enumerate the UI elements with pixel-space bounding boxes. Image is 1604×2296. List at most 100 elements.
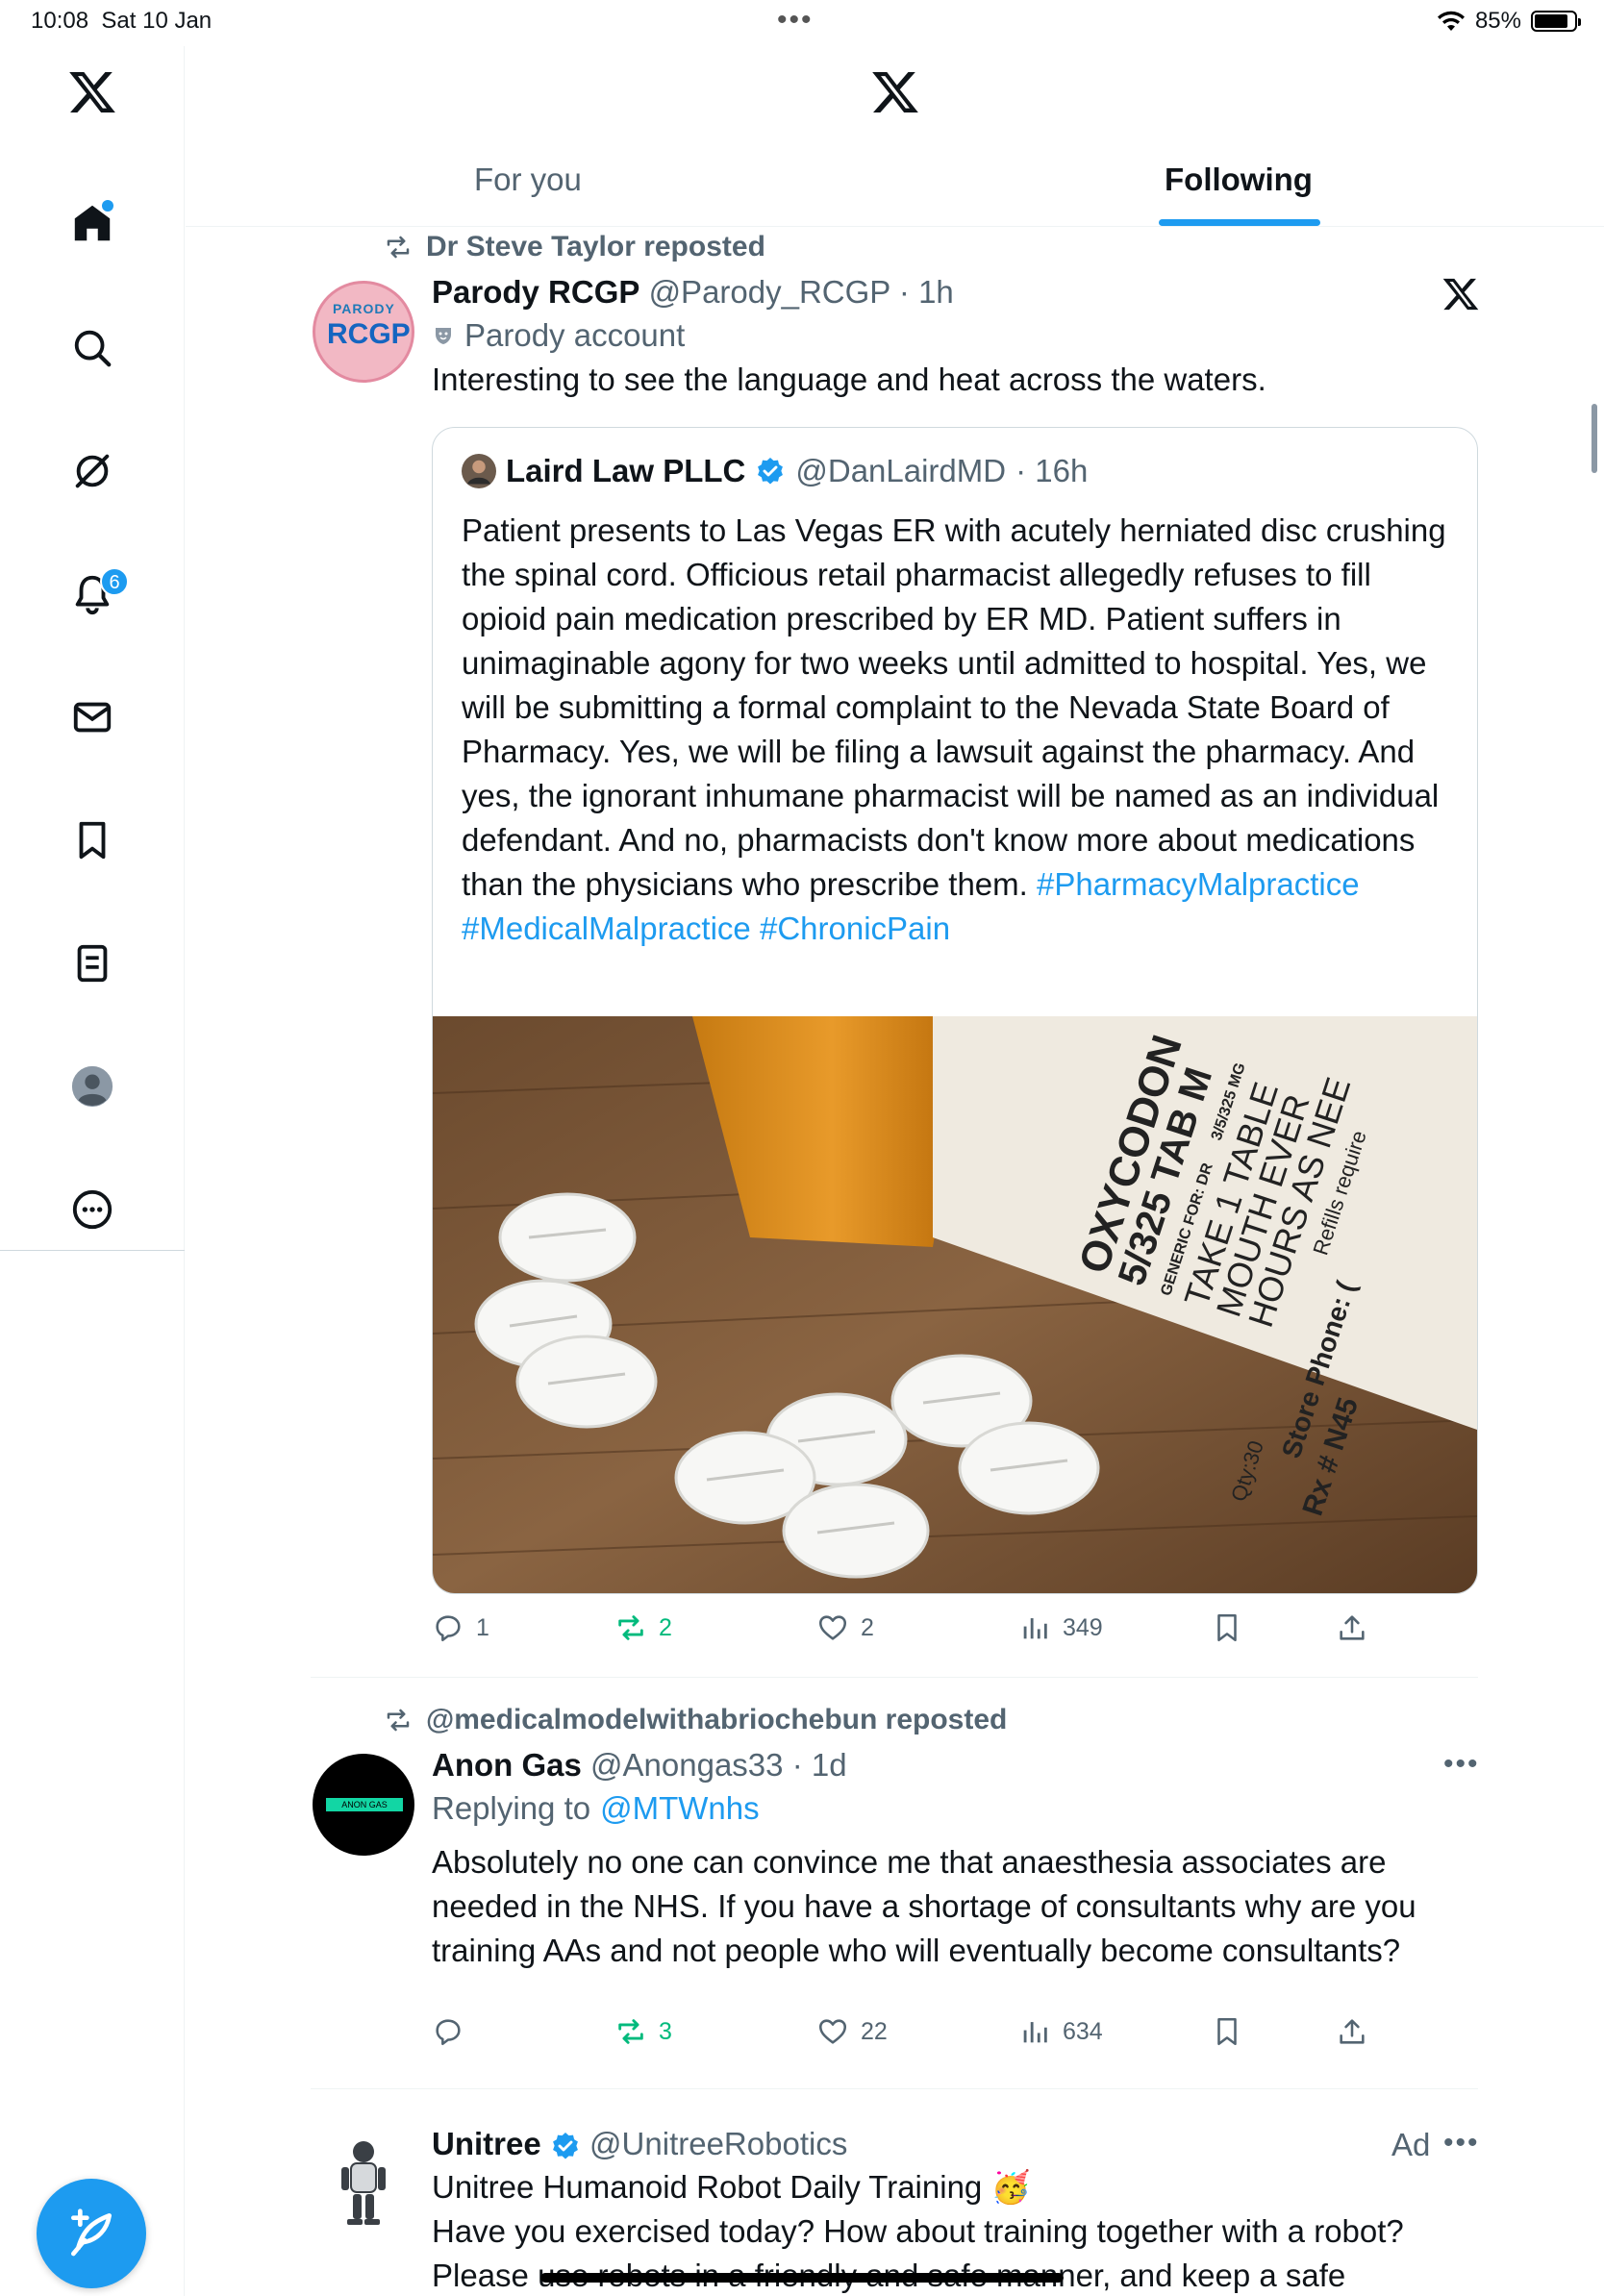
share-icon xyxy=(1340,1615,1365,1640)
repost-button[interactable]: 3 xyxy=(614,2015,672,2048)
quoted-post-time[interactable]: · 16h xyxy=(1015,453,1088,489)
quoted-text-body: Patient presents to Las Vegas ER with ac… xyxy=(462,512,1446,902)
tab-following[interactable]: Following xyxy=(1165,162,1313,198)
post-time[interactable]: · 1d xyxy=(792,1747,847,1783)
post-actions: 1 2 2 349 xyxy=(432,1611,1393,1660)
post-body: Parody RCGP @Parody_RCGP · 1h Parody acc… xyxy=(432,271,1470,402)
nav-home[interactable] xyxy=(63,194,121,252)
repost-by-text: @medicalmodelwithabriochebun reposted xyxy=(426,1704,1008,1735)
like-button[interactable]: 22 xyxy=(816,2015,888,2048)
repost-count: 3 xyxy=(659,2017,672,2045)
nav-bookmarks[interactable] xyxy=(63,811,121,869)
nav-explore[interactable] xyxy=(63,319,121,377)
view-count: 634 xyxy=(1063,2017,1103,2045)
post-body: Anon Gas @Anongas33 · 1d Replying to @MT… xyxy=(432,1744,1470,1973)
avatar xyxy=(462,454,496,488)
quoted-post[interactable]: Laird Law PLLC @DanLairdMD · 16h Patient… xyxy=(432,427,1478,1594)
grok-icon xyxy=(75,454,110,488)
reply-button[interactable]: 1 xyxy=(432,1611,489,1644)
author-handle[interactable]: @Anongas33 xyxy=(590,1747,783,1783)
nav-grok[interactable] xyxy=(63,442,121,500)
post-parody-rcgp[interactable]: Dr Steve Taylor reposted PARODY RCGP Par… xyxy=(186,227,1604,1679)
x-logo-icon[interactable] xyxy=(67,67,117,117)
post-header: Anon Gas @Anongas33 · 1d xyxy=(432,1744,1470,1786)
bookmark-icon xyxy=(1217,2017,1237,2046)
reply-count: 1 xyxy=(476,1613,489,1641)
reply-button[interactable] xyxy=(432,2015,476,2048)
share-button[interactable] xyxy=(1336,2015,1368,2048)
like-button[interactable]: 2 xyxy=(816,1611,874,1644)
repost-icon xyxy=(618,1615,643,1640)
replying-to-line: Replying to @MTWnhs xyxy=(432,1786,1470,1831)
quoted-author-handle[interactable]: @DanLairdMD xyxy=(795,453,1006,489)
scrollbar[interactable] xyxy=(1591,404,1597,473)
post-divider xyxy=(311,2088,1478,2089)
x-logo-icon[interactable] xyxy=(1441,275,1480,313)
battery-icon xyxy=(1531,11,1581,32)
post-text: Absolutely no one can convince me that a… xyxy=(432,1844,1416,1968)
author-handle[interactable]: @UnitreeRobotics xyxy=(589,2126,847,2161)
post-unitree-ad[interactable]: Unitree @UnitreeRobotics Unitree Humanoi… xyxy=(186,2092,1604,2296)
bookmark-button[interactable] xyxy=(1211,1611,1243,1644)
robot-avatar-icon xyxy=(341,2141,386,2225)
post-anon-gas[interactable]: @medicalmodelwithabriochebun reposted AN… xyxy=(186,1700,1604,2090)
view-count: 349 xyxy=(1063,1613,1103,1641)
avatar-text: ANON GAS xyxy=(326,1798,403,1811)
more-circle-icon xyxy=(72,1189,113,1230)
sidebar-divider xyxy=(0,1250,185,1251)
share-button[interactable] xyxy=(1336,1611,1368,1644)
avatar[interactable] xyxy=(313,2131,414,2233)
multitasking-dots[interactable]: ••• xyxy=(777,4,814,37)
x-logo-icon[interactable] xyxy=(870,67,920,117)
views-button[interactable]: 349 xyxy=(1018,1611,1103,1644)
post-body: Unitree @UnitreeRobotics Unitree Humanoi… xyxy=(432,2123,1470,2296)
author-name[interactable]: Parody RCGP xyxy=(432,274,639,310)
hashtag-link[interactable]: #ChronicPain xyxy=(760,911,950,946)
repost-icon xyxy=(387,1709,410,1732)
post-time[interactable]: · 1h xyxy=(899,274,954,310)
active-tab-indicator xyxy=(1159,219,1320,226)
more-options-button[interactable]: ••• xyxy=(1443,1748,1480,1781)
share-icon xyxy=(1340,2019,1365,2044)
author-name[interactable]: Anon Gas xyxy=(432,1747,582,1783)
nav-profile[interactable] xyxy=(63,1058,121,1115)
repost-button[interactable]: 2 xyxy=(614,1611,672,1644)
bookmark-icon xyxy=(1217,1613,1237,1642)
post-actions: 3 22 634 xyxy=(432,2015,1393,2063)
compose-post-button[interactable] xyxy=(37,2179,146,2288)
mail-icon xyxy=(73,702,112,733)
hashtag-link[interactable]: #PharmacyMalpractice xyxy=(1037,866,1360,902)
heart-icon xyxy=(818,1615,847,1640)
nav-notifications[interactable]: 6 xyxy=(63,565,129,623)
reply-icon xyxy=(436,2019,461,2046)
nav-messages[interactable] xyxy=(63,688,121,746)
replying-to-link[interactable]: @MTWnhs xyxy=(600,1786,760,1831)
avatar[interactable]: ANON GAS xyxy=(313,1754,414,1856)
quoted-post-header: Laird Law PLLC @DanLairdMD · 16h xyxy=(462,453,1088,489)
sidebar: 6 xyxy=(0,46,185,2296)
repost-indicator: @medicalmodelwithabriochebun reposted xyxy=(384,1704,1007,1736)
pill-bottle-photo[interactable]: OXYCODON 5/325 TAB M GENERIC FOR: DR 3/5… xyxy=(433,1016,1477,1593)
post-text: Interesting to see the language and heat… xyxy=(432,362,1266,397)
more-options-button[interactable]: ••• xyxy=(1443,2127,1480,2159)
views-button[interactable]: 634 xyxy=(1018,2015,1103,2048)
author-name[interactable]: Unitree xyxy=(432,2126,541,2161)
avatar-top-text: PARODY xyxy=(333,301,395,316)
quoted-author-name[interactable]: Laird Law PLLC xyxy=(506,453,745,489)
quoted-post-text: Patient presents to Las Vegas ER with ac… xyxy=(462,509,1462,951)
post-text: Have you exercised today? How about trai… xyxy=(432,2213,1404,2293)
verified-badge-icon xyxy=(758,458,784,485)
parody-mask-icon xyxy=(436,328,451,344)
analytics-icon xyxy=(1023,2022,1047,2043)
tab-for-you[interactable]: For you xyxy=(474,162,582,198)
nav-lists[interactable] xyxy=(63,935,121,992)
nav-more[interactable] xyxy=(63,1181,121,1238)
author-handle[interactable]: @Parody_RCGP xyxy=(649,274,890,310)
compose-feather-icon xyxy=(71,2209,112,2257)
bookmark-button[interactable] xyxy=(1211,2015,1243,2048)
hashtag-link[interactable]: #MedicalMalpractice xyxy=(462,911,751,946)
avatar[interactable]: PARODY RCGP xyxy=(313,281,414,383)
profile-avatar-icon xyxy=(71,1065,113,1108)
timeline-header: For you Following xyxy=(186,46,1604,227)
home-indicator[interactable] xyxy=(540,2273,1064,2283)
